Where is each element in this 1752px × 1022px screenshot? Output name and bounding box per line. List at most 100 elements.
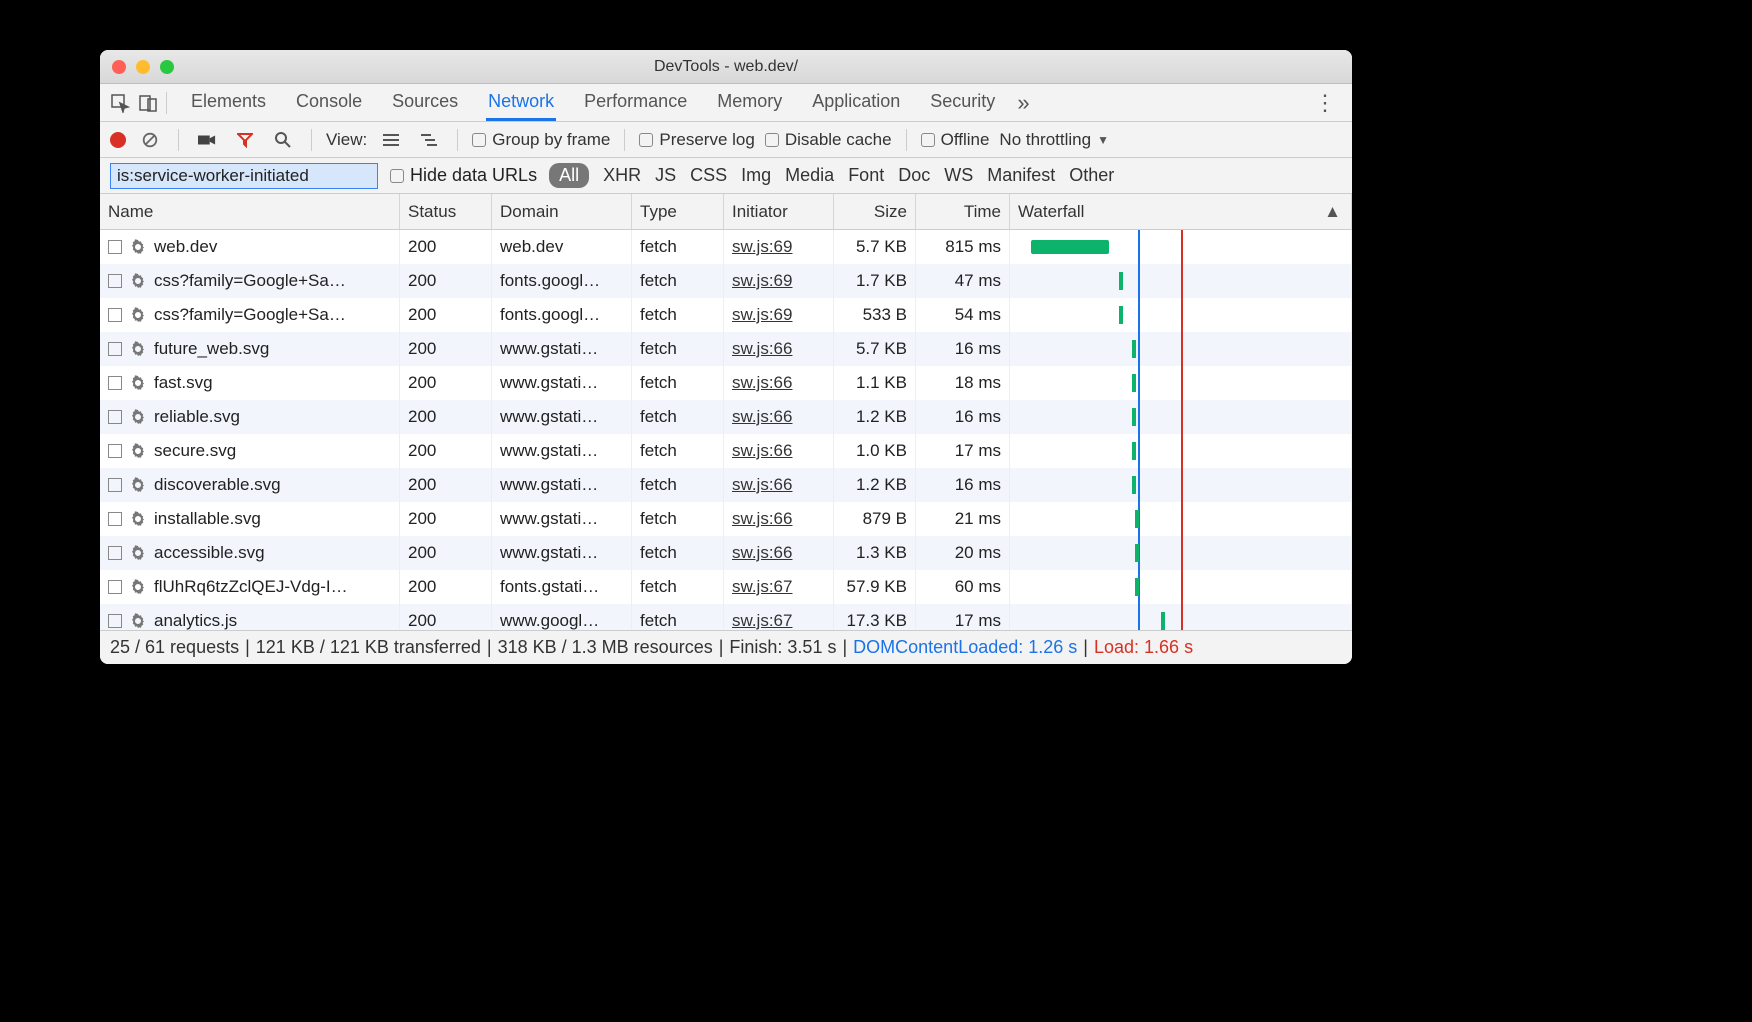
request-size: 879 B bbox=[834, 502, 916, 536]
initiator-link[interactable]: sw.js:66 bbox=[732, 441, 792, 461]
request-type: fetch bbox=[632, 434, 724, 468]
table-row[interactable]: css?family=Google+Sa…200fonts.googl…fetc… bbox=[100, 264, 1352, 298]
request-status: 200 bbox=[400, 230, 492, 264]
large-rows-icon[interactable] bbox=[377, 126, 405, 154]
clear-icon[interactable] bbox=[136, 126, 164, 154]
request-name: fast.svg bbox=[154, 373, 213, 393]
table-row[interactable]: future_web.svg200www.gstati…fetchsw.js:6… bbox=[100, 332, 1352, 366]
table-row[interactable]: discoverable.svg200www.gstati…fetchsw.js… bbox=[100, 468, 1352, 502]
initiator-link[interactable]: sw.js:69 bbox=[732, 237, 792, 257]
device-toggle-icon[interactable] bbox=[134, 89, 162, 117]
initiator-link[interactable]: sw.js:69 bbox=[732, 305, 792, 325]
col-type[interactable]: Type bbox=[632, 194, 724, 229]
row-checkbox[interactable] bbox=[108, 546, 122, 560]
row-checkbox[interactable] bbox=[108, 580, 122, 594]
waterfall-cell bbox=[1010, 604, 1352, 630]
status-load: Load: 1.66 s bbox=[1094, 637, 1193, 658]
initiator-link[interactable]: sw.js:69 bbox=[732, 271, 792, 291]
initiator-link[interactable]: sw.js:66 bbox=[732, 475, 792, 495]
table-row[interactable]: css?family=Google+Sa…200fonts.googl…fetc… bbox=[100, 298, 1352, 332]
row-checkbox[interactable] bbox=[108, 240, 122, 254]
waterfall-cell bbox=[1010, 536, 1352, 570]
filter-type-media[interactable]: Media bbox=[785, 165, 834, 186]
col-time[interactable]: Time bbox=[916, 194, 1010, 229]
initiator-link[interactable]: sw.js:66 bbox=[732, 407, 792, 427]
disable-cache-checkbox[interactable]: Disable cache bbox=[765, 130, 892, 150]
waterfall-cell bbox=[1010, 298, 1352, 332]
hide-data-urls-checkbox[interactable]: Hide data URLs bbox=[390, 165, 537, 186]
row-checkbox[interactable] bbox=[108, 308, 122, 322]
row-checkbox[interactable] bbox=[108, 444, 122, 458]
gear-icon bbox=[130, 409, 146, 425]
row-checkbox[interactable] bbox=[108, 614, 122, 628]
tab-elements[interactable]: Elements bbox=[189, 85, 268, 121]
col-waterfall[interactable]: Waterfall▲ bbox=[1010, 194, 1352, 229]
tab-memory[interactable]: Memory bbox=[715, 85, 784, 121]
tab-performance[interactable]: Performance bbox=[582, 85, 689, 121]
filter-icon[interactable] bbox=[231, 126, 259, 154]
request-domain: www.googl… bbox=[492, 604, 632, 630]
initiator-link[interactable]: sw.js:67 bbox=[732, 577, 792, 597]
row-checkbox[interactable] bbox=[108, 274, 122, 288]
col-size[interactable]: Size bbox=[834, 194, 916, 229]
filter-type-css[interactable]: CSS bbox=[690, 165, 727, 186]
request-domain: www.gstati… bbox=[492, 434, 632, 468]
filter-type-js[interactable]: JS bbox=[655, 165, 676, 186]
tab-network[interactable]: Network bbox=[486, 85, 556, 121]
inspect-icon[interactable] bbox=[106, 89, 134, 117]
table-row[interactable]: installable.svg200www.gstati…fetchsw.js:… bbox=[100, 502, 1352, 536]
initiator-link[interactable]: sw.js:66 bbox=[732, 373, 792, 393]
table-header: Name Status Domain Type Initiator Size T… bbox=[100, 194, 1352, 230]
table-row[interactable]: flUhRq6tzZclQEJ-Vdg-I…200fonts.gstati…fe… bbox=[100, 570, 1352, 604]
more-tabs-icon[interactable]: » bbox=[1017, 90, 1029, 116]
filter-input[interactable] bbox=[110, 163, 378, 189]
table-row[interactable]: fast.svg200www.gstati…fetchsw.js:661.1 K… bbox=[100, 366, 1352, 400]
tab-console[interactable]: Console bbox=[294, 85, 364, 121]
sort-asc-icon: ▲ bbox=[1324, 202, 1341, 222]
table-row[interactable]: web.dev200web.devfetchsw.js:695.7 KB815 … bbox=[100, 230, 1352, 264]
tab-security[interactable]: Security bbox=[928, 85, 997, 121]
row-checkbox[interactable] bbox=[108, 376, 122, 390]
request-domain: fonts.googl… bbox=[492, 298, 632, 332]
col-domain[interactable]: Domain bbox=[492, 194, 632, 229]
search-icon[interactable] bbox=[269, 126, 297, 154]
row-checkbox[interactable] bbox=[108, 410, 122, 424]
col-status[interactable]: Status bbox=[400, 194, 492, 229]
table-row[interactable]: reliable.svg200www.gstati…fetchsw.js:661… bbox=[100, 400, 1352, 434]
request-domain: www.gstati… bbox=[492, 332, 632, 366]
request-status: 200 bbox=[400, 332, 492, 366]
row-checkbox[interactable] bbox=[108, 478, 122, 492]
initiator-link[interactable]: sw.js:66 bbox=[732, 339, 792, 359]
col-initiator[interactable]: Initiator bbox=[724, 194, 834, 229]
table-row[interactable]: secure.svg200www.gstati…fetchsw.js:661.0… bbox=[100, 434, 1352, 468]
filter-type-ws[interactable]: WS bbox=[944, 165, 973, 186]
tab-application[interactable]: Application bbox=[810, 85, 902, 121]
camera-icon[interactable] bbox=[193, 126, 221, 154]
filter-type-xhr[interactable]: XHR bbox=[603, 165, 641, 186]
table-row[interactable]: accessible.svg200www.gstati…fetchsw.js:6… bbox=[100, 536, 1352, 570]
record-icon[interactable] bbox=[110, 132, 126, 148]
filter-type-doc[interactable]: Doc bbox=[898, 165, 930, 186]
waterfall-view-icon[interactable] bbox=[415, 126, 443, 154]
request-name: css?family=Google+Sa… bbox=[154, 305, 346, 325]
filter-type-manifest[interactable]: Manifest bbox=[987, 165, 1055, 186]
group-by-frame-checkbox[interactable]: Group by frame bbox=[472, 130, 610, 150]
row-checkbox[interactable] bbox=[108, 512, 122, 526]
filter-type-img[interactable]: Img bbox=[741, 165, 771, 186]
menu-icon[interactable]: ⋮ bbox=[1304, 90, 1346, 116]
offline-checkbox[interactable]: Offline bbox=[921, 130, 990, 150]
tab-sources[interactable]: Sources bbox=[390, 85, 460, 121]
resource-type-filters: All XHR JS CSS Img Media Font Doc WS Manifest Othe… bbox=[549, 163, 1114, 188]
filter-type-all[interactable]: All bbox=[549, 163, 589, 188]
initiator-link[interactable]: sw.js:67 bbox=[732, 611, 792, 630]
initiator-link[interactable]: sw.js:66 bbox=[732, 543, 792, 563]
filter-type-font[interactable]: Font bbox=[848, 165, 884, 186]
throttle-select[interactable]: No throttling ▼ bbox=[999, 130, 1109, 150]
row-checkbox[interactable] bbox=[108, 342, 122, 356]
waterfall-cell bbox=[1010, 468, 1352, 502]
initiator-link[interactable]: sw.js:66 bbox=[732, 509, 792, 529]
col-name[interactable]: Name bbox=[100, 194, 400, 229]
filter-type-other[interactable]: Other bbox=[1069, 165, 1114, 186]
preserve-log-checkbox[interactable]: Preserve log bbox=[639, 130, 754, 150]
table-row[interactable]: analytics.js200www.googl…fetchsw.js:6717… bbox=[100, 604, 1352, 630]
